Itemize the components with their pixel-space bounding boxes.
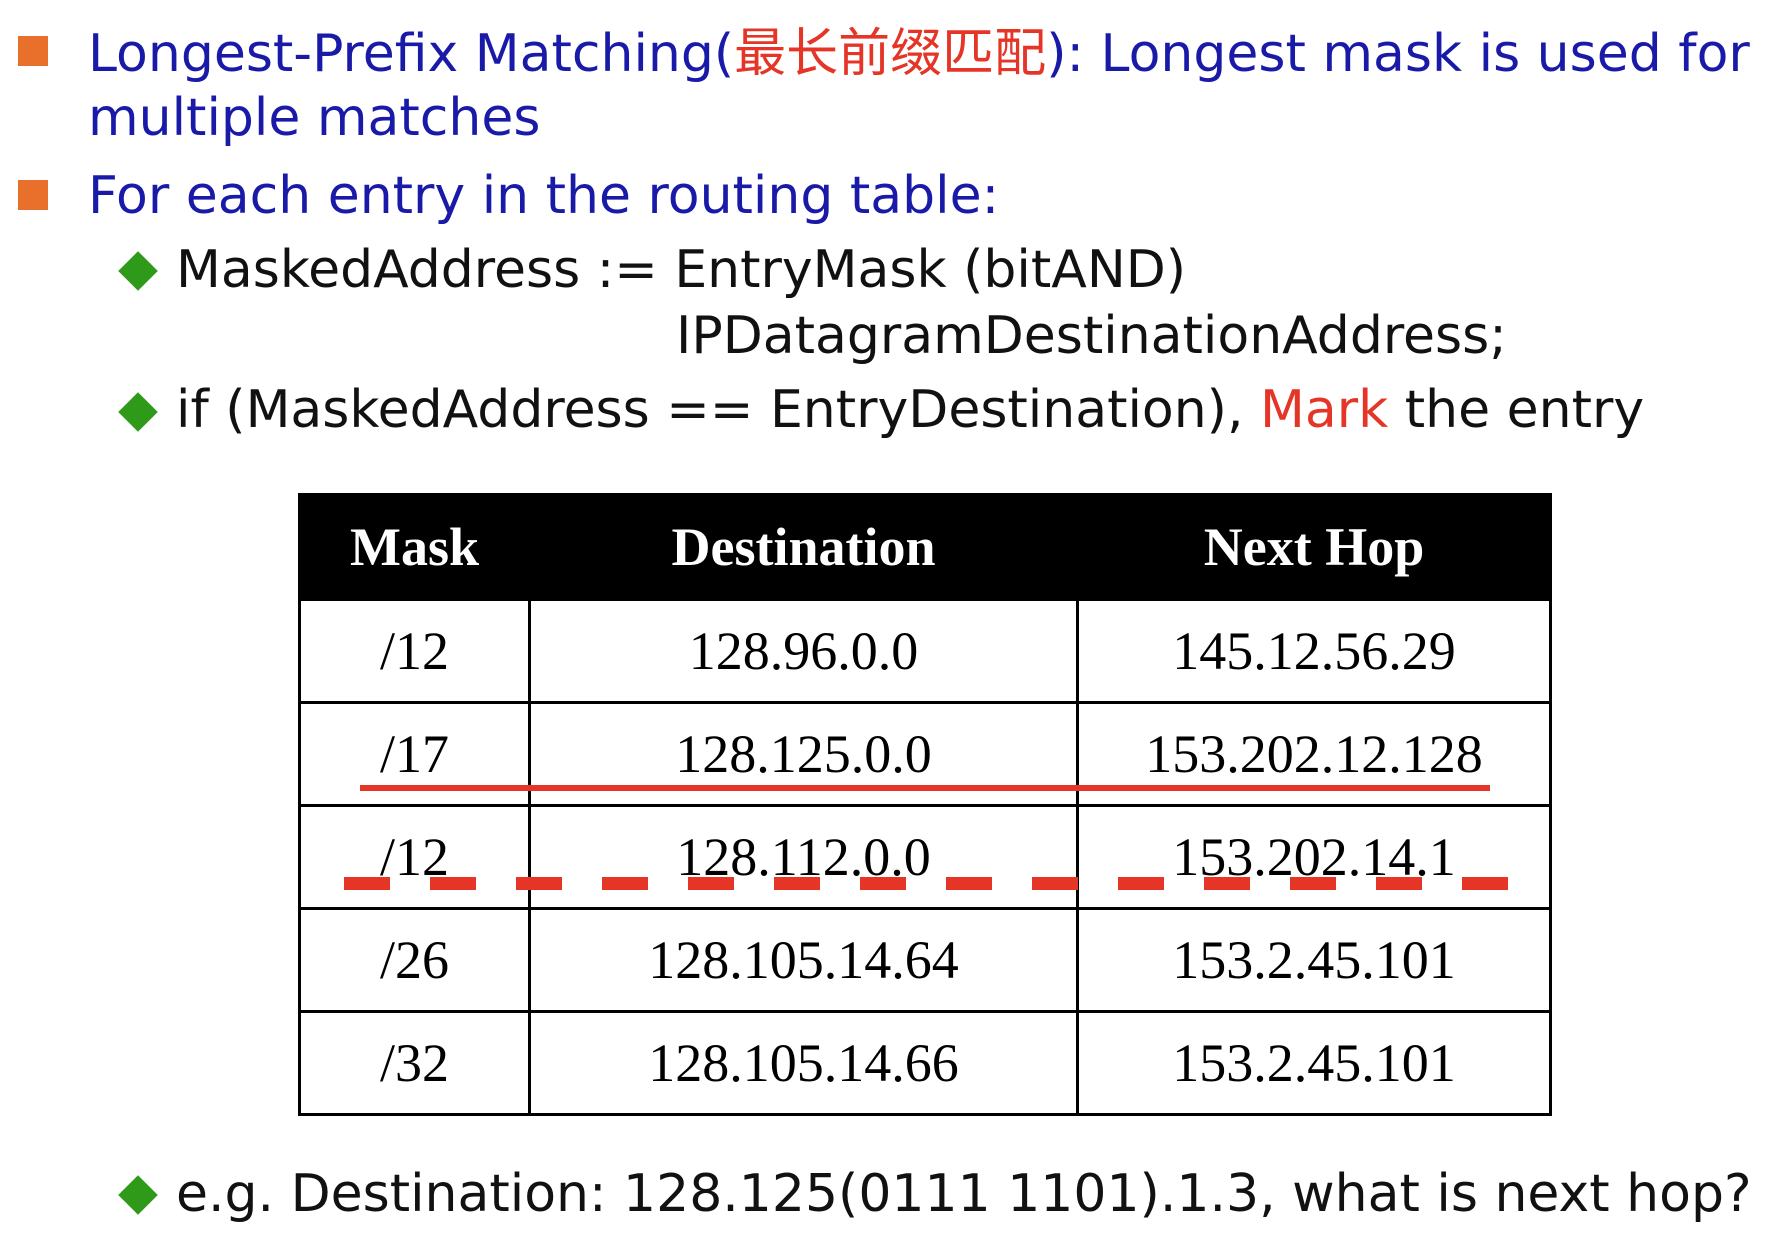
dashed-red-underline (344, 877, 1519, 890)
if-condition-line: if (MaskedAddress == EntryDestination), … (176, 380, 1644, 440)
bullet-text-part2: ): Longest mask is used for (1046, 24, 1750, 84)
diamond-bullet-icon (118, 1175, 158, 1215)
table-row: /12 128.112.0.0 153.202.14.1 (298, 804, 1552, 910)
square-bullet-icon (18, 180, 48, 210)
cell-next-hop: 153.2.45.101 (1076, 907, 1552, 1013)
cjk-term: 最长前缀匹配 (734, 24, 1047, 84)
table-row: /32 128.105.14.66 153.2.45.101 (298, 1010, 1552, 1116)
cell-next-hop: 153.2.45.101 (1076, 1010, 1552, 1116)
masked-address-line1: MaskedAddress := EntryMask (bitAND) (176, 240, 1187, 300)
diamond-bullet-icon (118, 392, 158, 432)
header-destination: Destination (528, 493, 1079, 601)
cell-destination: 128.112.0.0 (528, 804, 1079, 910)
solid-red-underline (360, 785, 1490, 791)
bullet-text-part1: Longest-Prefix Matching( (88, 24, 735, 84)
cell-destination: 128.105.14.64 (528, 907, 1079, 1013)
cell-next-hop: 153.202.14.1 (1076, 804, 1552, 910)
table-row: /12 128.96.0.0 145.12.56.29 (298, 598, 1552, 704)
example-question: e.g. Destination: 128.125(0111 1101).1.3… (176, 1164, 1752, 1224)
cell-mask: /26 (298, 907, 531, 1013)
cell-destination: 128.105.14.66 (528, 1010, 1079, 1116)
routing-table: Mask Destination Next Hop /12 128.96.0.0… (298, 493, 1552, 1116)
cell-mask: /32 (298, 1010, 531, 1116)
cell-mask: /12 (298, 598, 531, 704)
header-mask: Mask (298, 493, 531, 601)
mark-keyword: Mark (1260, 380, 1389, 440)
if-text-part1: if (MaskedAddress == EntryDestination), (176, 380, 1261, 440)
square-bullet-icon (18, 36, 48, 66)
diamond-bullet-icon (118, 251, 158, 291)
bullet-longest-prefix: Longest-Prefix Matching(最长前缀匹配): Longest… (88, 24, 1750, 84)
bullet-routing-table: For each entry in the routing table: (88, 166, 1000, 226)
if-text-part2: the entry (1388, 380, 1645, 440)
cell-destination: 128.96.0.0 (528, 598, 1079, 704)
cell-mask: /12 (298, 804, 531, 910)
header-next-hop: Next Hop (1076, 493, 1552, 601)
bullet-longest-prefix-line2: multiple matches (88, 88, 541, 148)
cell-next-hop: 145.12.56.29 (1076, 598, 1552, 704)
table-row: /26 128.105.14.64 153.2.45.101 (298, 907, 1552, 1013)
masked-address-line2: IPDatagramDestinationAddress; (676, 306, 1507, 366)
table-header-row: Mask Destination Next Hop (298, 493, 1552, 601)
